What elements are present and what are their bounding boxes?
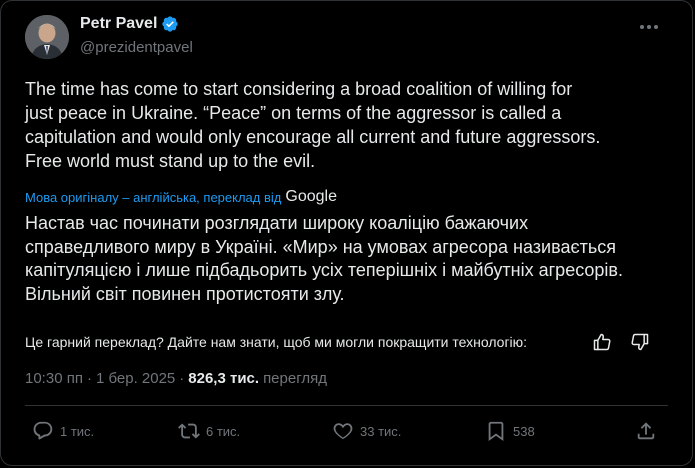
- tweet-text-line: Free world must stand up to the evil.: [25, 151, 316, 171]
- bookmark-button[interactable]: 538: [485, 420, 535, 442]
- translation-source: Мова оригіналу – англійська, переклад ві…: [25, 188, 337, 206]
- bookmark-icon: [488, 421, 504, 442]
- views-count: 826,3 тис.: [188, 370, 260, 387]
- thumbs-up-icon[interactable]: [592, 332, 612, 352]
- views-label: перегляд: [263, 370, 327, 387]
- author-name[interactable]: Petr Pavel: [80, 15, 157, 33]
- tweet-text-line: capitulation and would only encourage al…: [25, 127, 601, 147]
- share-button[interactable]: [635, 420, 657, 442]
- author-name-row[interactable]: Petr Pavel: [80, 15, 179, 33]
- divider: [25, 405, 668, 406]
- avatar[interactable]: [25, 15, 69, 59]
- share-icon: [637, 422, 655, 440]
- repost-icon: [178, 423, 200, 439]
- translation-source-note[interactable]: Мова оригіналу – англійська, переклад ві…: [25, 190, 281, 205]
- tweet-card: Petr Pavel @prezidentpavel The time has …: [0, 0, 693, 466]
- bookmark-count: 538: [513, 423, 535, 439]
- avatar-image: [25, 15, 69, 59]
- thumbs-down-icon[interactable]: [630, 332, 650, 352]
- reply-icon: [33, 421, 53, 440]
- reply-button[interactable]: 1 тис.: [32, 420, 94, 442]
- meta-separator: ·: [179, 370, 185, 387]
- feedback-question: Це гарний переклад? Дайте нам знати, щоб…: [25, 334, 528, 350]
- action-bar: 1 тис. 6 тис. 33 тис. 538: [25, 420, 670, 450]
- translated-text-line: Вільний світ повинен протистояти злу.: [25, 283, 345, 304]
- translated-text-line: капітуляцією і лише підбадьорить усіх те…: [25, 260, 623, 280]
- tweet-meta: 10:30 пп · 1 бер. 2025 · 826,3 тис. пере…: [25, 370, 327, 387]
- more-icon[interactable]: [637, 17, 661, 37]
- translated-text-line: справедливого миру в Україні. «Мир» на у…: [25, 236, 617, 257]
- meta-separator: ·: [86, 370, 92, 387]
- author-handle[interactable]: @prezidentpavel: [80, 39, 193, 56]
- translated-text-line: Настав час починати розглядати широку ко…: [25, 213, 529, 233]
- tweet-date[interactable]: 1 бер. 2025: [96, 370, 175, 387]
- repost-count: 6 тис.: [206, 423, 241, 439]
- verified-badge-icon: [161, 15, 179, 33]
- tweet-time[interactable]: 10:30 пп: [25, 370, 83, 387]
- tweet-text-line: just peace in Ukraine. “Peace” on terms …: [25, 103, 562, 123]
- translated-text: Настав час починати розглядати широку ко…: [25, 212, 675, 306]
- tweet-text: The time has come to start considering a…: [25, 77, 675, 173]
- translation-feedback: Це гарний переклад? Дайте нам знати, щоб…: [25, 332, 650, 352]
- like-count: 33 тис.: [360, 423, 402, 439]
- like-icon: [333, 423, 353, 440]
- google-logo: Google: [285, 188, 337, 205]
- tweet-text-line: The time has come to start considering a…: [25, 79, 573, 99]
- repost-button[interactable]: 6 тис.: [178, 420, 240, 442]
- reply-count: 1 тис.: [60, 423, 95, 439]
- like-button[interactable]: 33 тис.: [332, 420, 401, 442]
